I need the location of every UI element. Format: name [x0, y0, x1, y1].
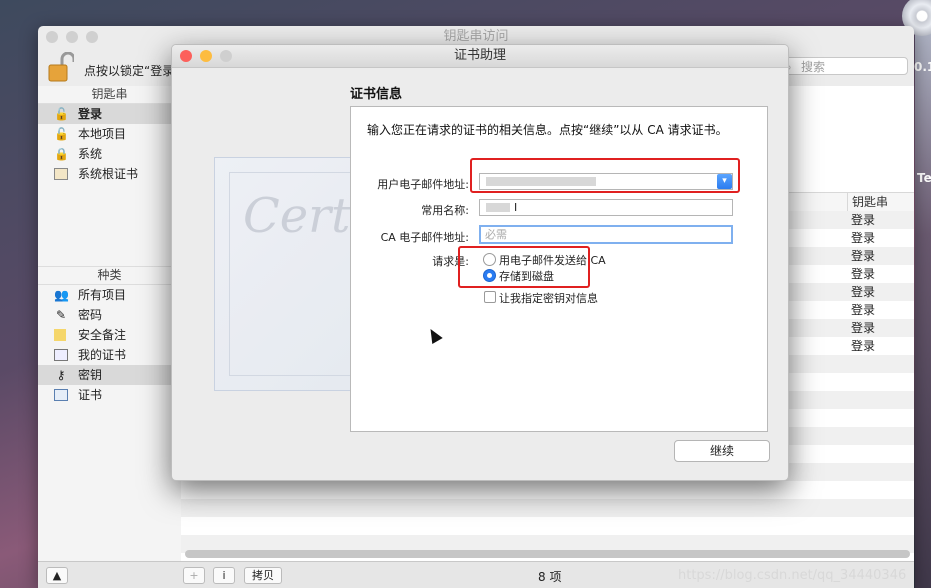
sidebar-item-label: 系统根证书: [78, 167, 139, 181]
close-button[interactable]: [46, 31, 58, 43]
bottom-bar: ▲ + i 拷贝 8 项 https://blog.csdn.net/qq_34…: [38, 561, 914, 588]
section-title: 证书信息: [350, 87, 403, 102]
name-value: I: [514, 201, 518, 214]
sidebar-item-login[interactable]: 🔓 登录: [38, 104, 181, 124]
row-keychain: 登录: [851, 267, 876, 281]
cabinet-icon: [54, 168, 68, 180]
sidebar-item-label: 安全备注: [78, 328, 127, 342]
search-input[interactable]: ⌕ 搜索: [780, 57, 908, 75]
dialog-titlebar: 证书助理: [172, 45, 788, 68]
add-button[interactable]: +: [183, 567, 205, 584]
sidebar-item-label: 密码: [78, 308, 103, 322]
row-keychain: 登录: [851, 321, 876, 335]
request-label: 请求是:: [432, 255, 469, 268]
sidebar-item-my-certs[interactable]: 我的证书: [38, 345, 181, 365]
row-keychain: 登录: [851, 285, 876, 299]
continue-button[interactable]: 继续: [674, 440, 770, 462]
sidebar-item-all[interactable]: 👥 所有项目: [38, 285, 181, 305]
ca-email-field[interactable]: 必需: [479, 225, 733, 244]
keychains-header: 钥匙串: [38, 86, 181, 104]
dialog-title: 证书助理: [453, 48, 506, 63]
show-sidebar-button[interactable]: ▲: [46, 567, 68, 584]
highlight-box: [470, 158, 740, 193]
certificate-icon: [54, 349, 68, 361]
highlight-box: [458, 246, 590, 288]
row-keychain: 登录: [851, 339, 876, 353]
disc-label: 0.1: [914, 60, 931, 74]
row-keychain: 登录: [851, 303, 876, 317]
sidebar-item-secure-notes[interactable]: 安全备注: [38, 325, 181, 345]
minimize-button[interactable]: [66, 31, 78, 43]
pencil-icon: ✎: [55, 308, 67, 322]
desktop-item-label: Te: [917, 171, 931, 185]
minimize-button[interactable]: [200, 50, 212, 62]
sidebar-item-label: 密钥: [78, 368, 103, 382]
sidebar-item-label: 本地项目: [78, 127, 127, 141]
info-button[interactable]: i: [213, 567, 235, 584]
empty-row: [181, 499, 914, 517]
specify-keypair-checkbox[interactable]: [484, 291, 496, 303]
window-title: 钥匙串访问: [443, 29, 509, 44]
sidebar-item-label: 所有项目: [78, 288, 127, 302]
item-count: 8 项: [538, 570, 562, 584]
sidebar-item-label: 证书: [78, 388, 103, 402]
locked-padlock-icon: 🔒: [54, 147, 69, 161]
search-placeholder: 搜索: [801, 60, 826, 74]
lock-hint-text: 点按以锁定“登录”: [84, 64, 181, 78]
note-icon: [54, 329, 66, 341]
sidebar-item-system[interactable]: 🔒 系统: [38, 144, 181, 164]
sidebar-item-label: 我的证书: [78, 348, 127, 362]
ca-email-placeholder: 必需: [485, 228, 507, 241]
copy-button[interactable]: 拷贝: [244, 567, 282, 584]
sidebar-item-local[interactable]: 🔓 本地项目: [38, 124, 181, 144]
sidebar-item-system-roots[interactable]: 系统根证书: [38, 164, 181, 184]
email-label: 用户电子邮件地址:: [377, 178, 469, 191]
unlocked-padlock-icon[interactable]: [48, 52, 74, 82]
redacted-text: [486, 203, 510, 212]
sidebar: 钥匙串 🔓 登录 🔓 本地项目 🔒 系统 系统根证书 种类 👥 所有项目 ✎ 密…: [38, 86, 182, 562]
category-header: 种类: [38, 266, 181, 285]
column-keychain[interactable]: 钥匙串: [847, 193, 888, 211]
desktop-edge: [915, 0, 931, 588]
horizontal-scrollbar[interactable]: [185, 550, 910, 558]
zoom-button[interactable]: [86, 31, 98, 43]
intro-text: 输入您正在请求的证书的相关信息。点按“继续”以从 CA 请求证书。: [367, 123, 728, 137]
unlocked-padlock-icon: 🔓: [54, 127, 69, 141]
sidebar-item-passwords[interactable]: ✎ 密码: [38, 305, 181, 325]
common-name-field[interactable]: I: [479, 199, 733, 216]
unlocked-padlock-icon: 🔓: [54, 107, 69, 121]
watermark-text: https://blog.csdn.net/qq_34440346: [678, 568, 907, 583]
specify-keypair-label[interactable]: 让我指定密钥对信息: [499, 290, 598, 306]
name-label: 常用名称:: [421, 204, 469, 217]
row-keychain: 登录: [851, 249, 876, 263]
sidebar-item-label: 登录: [78, 107, 103, 121]
zoom-button[interactable]: [220, 50, 232, 62]
ca-email-label: CA 电子邮件地址:: [380, 231, 469, 244]
close-button[interactable]: [180, 50, 192, 62]
people-icon: 👥: [54, 288, 69, 302]
sidebar-item-keys[interactable]: ⚷ 密钥: [38, 365, 181, 385]
row-keychain: 登录: [851, 213, 876, 227]
certificate-assistant-dialog: 证书助理 Certificate 证书信息 输入您正在请求的证书的相关信息。点按…: [171, 44, 789, 481]
certificate-icon: [54, 389, 68, 401]
key-icon: ⚷: [56, 368, 66, 382]
row-keychain: 登录: [851, 231, 876, 245]
sidebar-item-label: 系统: [78, 147, 103, 161]
sidebar-item-certs[interactable]: 证书: [38, 385, 181, 405]
